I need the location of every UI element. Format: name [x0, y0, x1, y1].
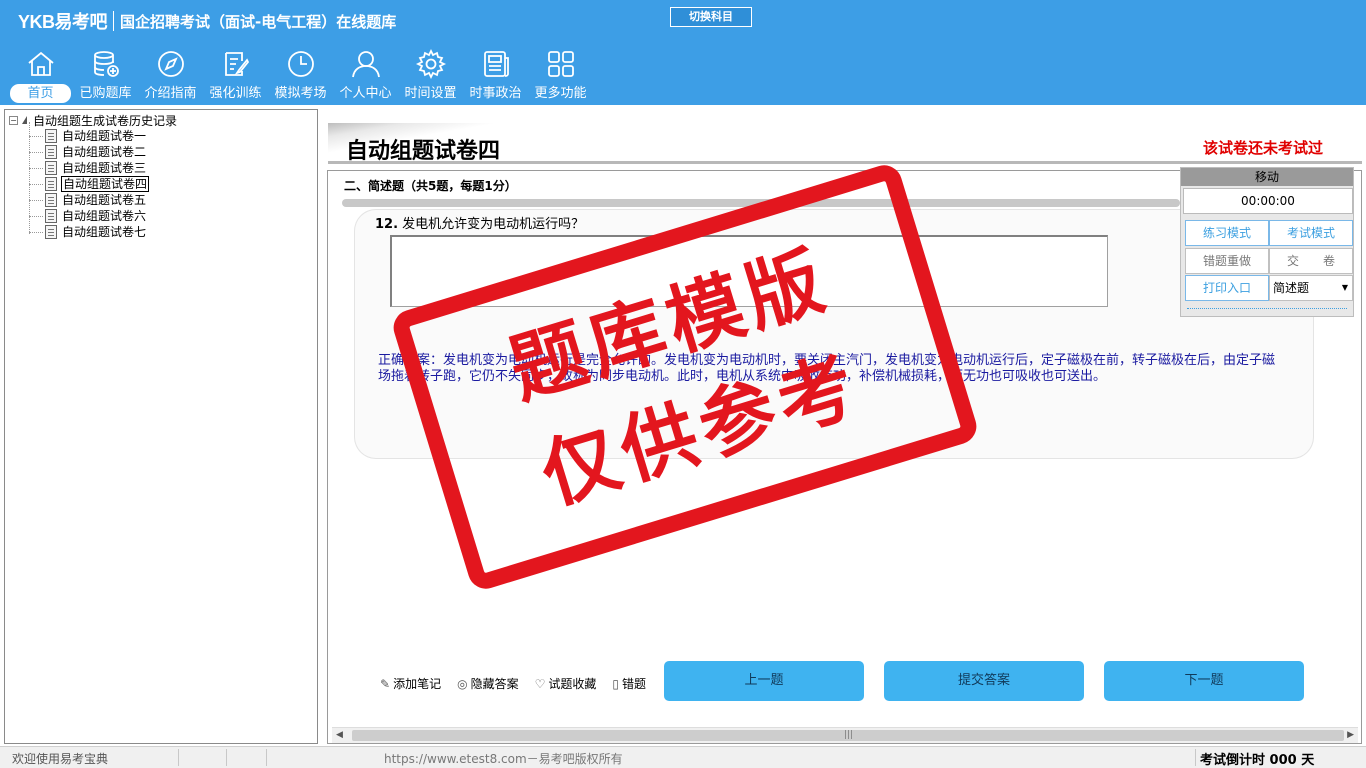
- nav-label: 强化训练: [209, 86, 262, 101]
- tree-item[interactable]: 自动组题试卷一: [29, 128, 147, 144]
- paper-status: 该试卷还未考试过: [1202, 139, 1323, 157]
- tree-item[interactable]: 自动组题试卷七: [29, 224, 147, 240]
- nav-training[interactable]: 强化训练: [203, 48, 268, 104]
- exam-countdown: 考试倒计时 000 天: [1200, 753, 1315, 768]
- practice-mode-button[interactable]: 练习模式: [1185, 220, 1269, 246]
- panel-footer-line: [1187, 308, 1347, 309]
- logo: YKB易考吧: [18, 12, 108, 32]
- scroll-right-icon[interactable]: ▶: [1347, 730, 1354, 740]
- paper-history-tree: − 自动组题生成试卷历史记录 自动组题试卷一 自动组题试卷二 自动组题试卷三 自…: [4, 109, 318, 744]
- expanded-triangle-icon: [22, 116, 27, 124]
- print-button[interactable]: 打印入口: [1185, 275, 1269, 301]
- question-number: 12.: [375, 217, 399, 232]
- pencil-icon: ✎: [380, 676, 391, 691]
- home-icon: [27, 51, 54, 76]
- title-separator: [113, 11, 115, 31]
- document-icon: [45, 193, 57, 207]
- tree-item-selected[interactable]: 自动组题试卷四: [29, 176, 150, 192]
- section-title: 二、简述题（共5题，每题1分）: [344, 179, 517, 193]
- top-header: YKB易考吧 国企招聘考试（面试-电气工程）在线题库 切换科目 首页 已购题库 …: [0, 0, 1366, 105]
- grid-icon: [547, 51, 574, 77]
- next-question-button[interactable]: 下一题: [1104, 661, 1304, 701]
- scrollbar-thumb[interactable]: |||: [352, 730, 1344, 741]
- chevron-down-icon: ▼: [1341, 283, 1348, 292]
- switch-subject-button[interactable]: 切换科目: [670, 7, 752, 27]
- submit-answer-button[interactable]: 提交答案: [884, 661, 1084, 701]
- tree-root-label: 自动组题生成试卷历史记录: [33, 113, 178, 128]
- timer-display: 00:00:00: [1183, 188, 1353, 214]
- title-divider: [328, 161, 1362, 164]
- nav-label: 时事政治: [469, 86, 522, 101]
- tree-item[interactable]: 自动组题试卷六: [29, 208, 147, 224]
- timer-panel: 移动 00:00:00 练习模式 考试模式 错题重做 交 卷 打印入口 简述题 ▼: [1180, 167, 1354, 317]
- nav-label: 个人中心: [339, 86, 392, 101]
- paper-header: 自动组题试卷四 该试卷还未考试过: [324, 109, 1366, 167]
- add-note-button[interactable]: ✎ 添加笔记: [380, 675, 441, 692]
- hide-answer-button[interactable]: ◎ 隐藏答案: [457, 675, 519, 692]
- redo-wrong-button[interactable]: 错题重做: [1185, 248, 1269, 274]
- nav-label: 模拟考场: [274, 86, 327, 101]
- wrong-questions-button[interactable]: ▯ 错题: [612, 675, 646, 692]
- brand: YKB易考吧 国企招聘考试（面试-电气工程）在线题库: [18, 8, 396, 34]
- nav-current-affairs[interactable]: 时事政治: [463, 48, 528, 104]
- document-icon: [45, 161, 57, 175]
- question-type-select[interactable]: 简述题 ▼: [1269, 275, 1353, 301]
- database-icon: [93, 51, 119, 77]
- nav-label: 介绍指南: [144, 86, 197, 101]
- status-bar: 欢迎使用易考宝典 https://www.etest8.com－易考吧版权所有 …: [0, 746, 1366, 768]
- collapse-icon[interactable]: −: [9, 115, 18, 125]
- nav-more[interactable]: 更多功能: [528, 48, 593, 104]
- eye-icon: ◎: [457, 676, 468, 691]
- document-icon: [45, 209, 57, 223]
- book-icon: ▯: [612, 676, 619, 691]
- main-nav: 首页 已购题库 介绍指南 强化训练 模拟考场 个人中心 时间设置 时事政治 更多…: [8, 48, 593, 104]
- prev-question-button[interactable]: 上一题: [664, 661, 864, 701]
- gear-icon: [415, 48, 446, 80]
- nav-purchased-banks[interactable]: 已购题库: [73, 48, 138, 104]
- nav-label: 时间设置: [404, 86, 457, 101]
- user-icon: [351, 51, 380, 78]
- nav-label: 首页: [10, 84, 71, 103]
- compass-icon: [157, 51, 184, 77]
- move-handle[interactable]: 移动: [1181, 168, 1353, 186]
- hand-in-button[interactable]: 交 卷: [1269, 248, 1353, 274]
- app-title: 国企招聘考试（面试-电气工程）在线题库: [120, 12, 397, 31]
- nav-personal-center[interactable]: 个人中心: [333, 48, 398, 104]
- edit-icon: [224, 52, 249, 76]
- tree-root[interactable]: − 自动组题生成试卷历史记录: [9, 112, 177, 128]
- horizontal-scrollbar[interactable]: ◀ ||| ▶: [332, 727, 1358, 743]
- nav-guide[interactable]: 介绍指南: [138, 48, 203, 104]
- nav-label: 已购题库: [79, 86, 132, 101]
- news-icon: [483, 51, 509, 77]
- question-text: 12. 发电机允许变为电动机运行吗？: [375, 213, 584, 232]
- status-divider: [1195, 749, 1196, 766]
- exam-mode-button[interactable]: 考试模式: [1269, 220, 1353, 246]
- document-icon: [45, 129, 57, 143]
- tree-item[interactable]: 自动组题试卷五: [29, 192, 147, 208]
- status-divider: [178, 749, 179, 766]
- nav-label: 更多功能: [534, 86, 587, 101]
- nav-home[interactable]: 首页: [8, 48, 73, 104]
- clock-icon: [287, 51, 314, 77]
- document-icon: [45, 145, 57, 159]
- heart-icon: ♡: [534, 676, 546, 691]
- nav-mock-exam[interactable]: 模拟考场: [268, 48, 333, 104]
- favorite-button[interactable]: ♡ 试题收藏: [535, 675, 597, 692]
- nav-time-settings[interactable]: 时间设置: [398, 48, 463, 104]
- scroll-left-icon[interactable]: ◀: [336, 730, 343, 740]
- tree-item[interactable]: 自动组题试卷二: [29, 144, 147, 160]
- document-icon: [45, 225, 57, 239]
- status-divider: [266, 749, 267, 766]
- status-copyright: https://www.etest8.com－易考吧版权所有: [384, 752, 623, 766]
- question-body: 发电机允许变为电动机运行吗？: [402, 217, 585, 232]
- status-divider: [226, 749, 227, 766]
- status-welcome: 欢迎使用易考宝典: [12, 752, 109, 766]
- document-icon: [45, 177, 57, 191]
- question-tools: ✎ 添加笔记 ◎ 隐藏答案 ♡ 试题收藏 ▯ 错题: [380, 675, 662, 692]
- grip-icon: |||: [844, 730, 854, 740]
- tree-item[interactable]: 自动组题试卷三: [29, 160, 147, 176]
